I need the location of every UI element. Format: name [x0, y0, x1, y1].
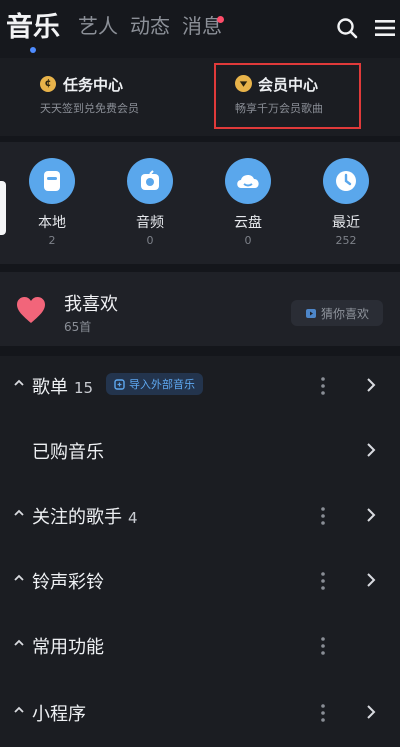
section-title: 歌单 15: [32, 377, 94, 398]
section-common-functions[interactable]: 常用功能: [0, 617, 400, 677]
import-icon: [114, 378, 125, 390]
chevron-right-icon[interactable]: [364, 571, 378, 589]
section-title: 铃声彩铃: [32, 572, 104, 593]
guess-you-like-button[interactable]: 猜你喜欢: [291, 300, 383, 326]
quick-access-local[interactable]: 本地 2: [22, 158, 82, 247]
quick-access-cloud[interactable]: 云盘 0: [218, 158, 278, 247]
more-options-icon[interactable]: [318, 505, 328, 527]
active-tab-indicator: [30, 47, 36, 53]
tab-moments[interactable]: 动态: [130, 10, 170, 39]
recent-count: 252: [335, 234, 357, 247]
side-drawer-handle[interactable]: [0, 181, 6, 235]
menu-icon[interactable]: [373, 16, 397, 40]
more-options-icon[interactable]: [318, 635, 328, 657]
chevron-right-icon[interactable]: [364, 441, 378, 459]
cloud-icon: [225, 158, 271, 204]
phone-icon: [29, 158, 75, 204]
task-center-subtitle: 天天签到兑免费会员: [40, 102, 139, 115]
section-ringtones[interactable]: 铃声彩铃: [0, 552, 400, 612]
chevron-right-icon[interactable]: [364, 376, 378, 394]
top-bar: 音乐 艺人 动态 消息: [0, 0, 400, 58]
clock-icon: [323, 158, 369, 204]
radio-icon: [127, 158, 173, 204]
search-icon[interactable]: [335, 16, 359, 40]
section-title: 关注的歌手 4: [32, 507, 138, 528]
task-center-title: 任务中心: [63, 76, 124, 94]
local-count: 2: [48, 234, 56, 247]
section-mini-programs[interactable]: 小程序: [0, 684, 400, 744]
chevron-up-icon[interactable]: [13, 507, 25, 519]
heart-icon: [17, 297, 45, 323]
chevron-up-icon[interactable]: [13, 637, 25, 649]
audio-label: 音频: [136, 215, 164, 231]
recent-label: 最近: [332, 215, 360, 231]
cloud-count: 0: [244, 234, 252, 247]
tab-artists[interactable]: 艺人: [78, 10, 118, 39]
section-title: 常用功能: [32, 637, 104, 658]
chevron-up-icon[interactable]: [13, 572, 25, 584]
play-list-icon: [305, 309, 316, 318]
section-playlists[interactable]: 歌单 15 导入外部音乐: [0, 357, 400, 417]
guess-you-like-label: 猜你喜欢: [320, 306, 369, 321]
chevron-right-icon[interactable]: [364, 506, 378, 524]
coin-icon: ¢: [40, 76, 56, 92]
quick-access-recent[interactable]: 最近 252: [316, 158, 376, 247]
section-title: 已购音乐: [32, 442, 104, 463]
local-label: 本地: [38, 215, 66, 231]
quick-access-audio[interactable]: 音频 0: [120, 158, 180, 247]
cloud-label: 云盘: [234, 215, 262, 231]
audio-count: 0: [146, 234, 154, 247]
section-title: 小程序: [32, 704, 86, 725]
tab-music[interactable]: 音乐: [6, 5, 60, 44]
chevron-up-icon[interactable]: [13, 704, 25, 716]
favorites-title: 我喜欢: [64, 294, 118, 315]
message-notification-dot: [217, 16, 224, 23]
import-external-music-button[interactable]: 导入外部音乐: [106, 373, 203, 395]
section-followed-artists[interactable]: 关注的歌手 4: [0, 487, 400, 547]
more-options-icon[interactable]: [318, 702, 328, 724]
section-purchased-music[interactable]: 已购音乐: [0, 422, 400, 482]
more-options-icon[interactable]: [318, 570, 328, 592]
highlight-annotation-box: [214, 63, 361, 129]
chevron-right-icon[interactable]: [364, 703, 378, 721]
more-options-icon[interactable]: [318, 375, 328, 397]
chevron-up-icon[interactable]: [13, 377, 25, 389]
favorites-count: 65首: [64, 320, 92, 334]
tab-messages[interactable]: 消息: [182, 10, 222, 39]
